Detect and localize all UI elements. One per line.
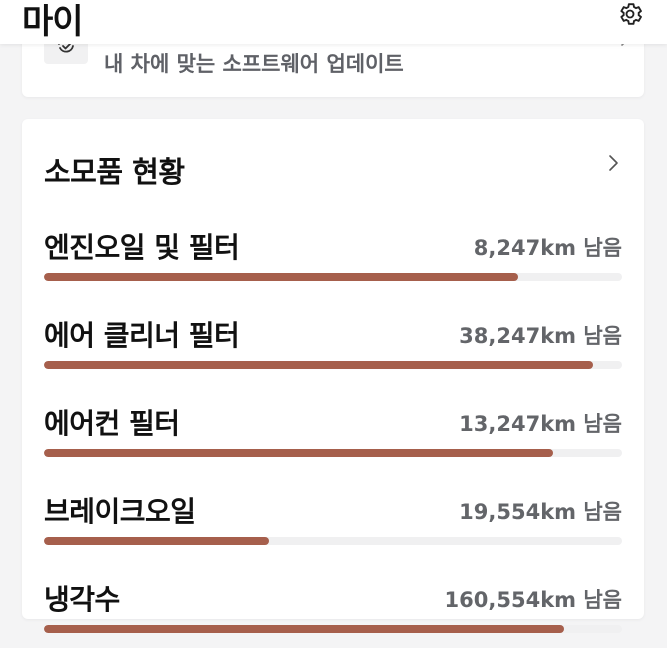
consumable-remaining: 13,247km 남음 <box>459 412 622 436</box>
page-title: 마이 <box>22 2 84 42</box>
consumable-item-coolant[interactable]: 냉각수 160,554km 남음 <box>44 578 622 648</box>
consumable-name: 브레이크오일 <box>44 495 196 528</box>
progress-track <box>44 273 622 281</box>
consumables-card: 소모품 현황 엔진오일 및 필터 8,247km 남음 에어 클리너 필터 38… <box>22 119 644 633</box>
progress-track <box>44 361 622 369</box>
consumable-name: 냉각수 <box>44 583 120 616</box>
progress-track <box>44 449 622 457</box>
consumable-name: 에어컨 필터 <box>44 407 180 440</box>
progress-fill <box>44 537 270 545</box>
consumable-name: 엔진오일 및 필터 <box>44 231 240 264</box>
progress-track <box>44 537 622 545</box>
consumable-name: 에어 클리너 필터 <box>44 319 240 352</box>
gear-icon[interactable] <box>616 0 644 28</box>
consumable-remaining: 38,247km 남음 <box>459 324 622 348</box>
consumable-remaining: 8,247km 남음 <box>473 236 622 260</box>
consumable-item-brake-oil[interactable]: 브레이크오일 19,554km 남음 <box>44 490 622 560</box>
consumable-remaining: 160,554km 남음 <box>444 588 622 612</box>
progress-fill <box>44 449 553 457</box>
consumable-item-ac-filter[interactable]: 에어컨 필터 13,247km 남음 <box>44 402 622 472</box>
consumable-remaining: 19,554km 남음 <box>459 500 622 524</box>
consumable-item-air-cleaner[interactable]: 에어 클리너 필터 38,247km 남음 <box>44 314 622 384</box>
software-update-label: 내 차에 맞는 소프트웨어 업데이트 <box>104 52 404 76</box>
top-header: 마이 <box>0 0 667 44</box>
progress-fill <box>44 273 518 281</box>
progress-track <box>44 625 622 633</box>
consumable-item-engine-oil[interactable]: 엔진오일 및 필터 8,247km 남음 <box>44 226 622 296</box>
chevron-right-icon[interactable] <box>606 153 620 173</box>
progress-fill <box>44 625 565 633</box>
progress-fill <box>44 361 594 369</box>
consumables-title: 소모품 현황 <box>44 155 185 189</box>
